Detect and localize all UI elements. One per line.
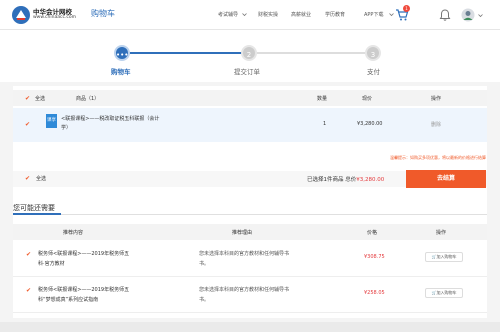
nav-exam[interactable]: 考试辅导 (218, 11, 238, 18)
brand-url: www.chinaacc.com (33, 15, 76, 20)
reason-column-header: 推荐理由 (232, 230, 253, 236)
recommend-reason-cont: 书。 (199, 261, 210, 267)
recommend-item-name[interactable]: 税务师<联报课程>——2019年税务师五 (38, 250, 129, 257)
checkout-button[interactable]: 去结算 (406, 170, 486, 188)
recommend-item-name-cont[interactable]: 科“梦想成真”系列应试指南 (38, 296, 98, 303)
recommend-price: ¥308.75 (364, 254, 385, 260)
step-3-circle: 3 (365, 45, 381, 61)
summary-text: 已选择1件商品 总价¥3,280.00 (307, 177, 385, 183)
check-icon[interactable]: ✔ (25, 175, 32, 182)
price-column-header: 价格 (367, 230, 378, 236)
footer-select-all-label: 全选 (36, 176, 47, 182)
notice-text: 温馨提示：如购买多项优惠，将以最新的价格进行结算 (390, 155, 486, 160)
avatar[interactable] (461, 8, 475, 22)
step-1-label: 购物车 (111, 68, 131, 76)
check-icon[interactable]: ✔ (26, 287, 33, 294)
add-to-cart-button[interactable]: 🛒加入购物车 (425, 252, 463, 262)
recommend-item-name[interactable]: 税务师<联报课程>——2019年税务师五 (38, 286, 129, 293)
cart-count-badge: 1 (403, 5, 410, 12)
nav-jobs[interactable]: 高薪就业 (291, 11, 311, 18)
chevron-down-icon (242, 13, 247, 17)
page-title: 购物车 (91, 9, 115, 18)
divider (13, 214, 487, 215)
divider (13, 276, 487, 277)
delete-link[interactable]: 删除 (431, 121, 441, 128)
recommend-item-name-cont[interactable]: 科·官方教材 (38, 260, 65, 267)
recommend-title: 您可能还需要 (13, 204, 55, 212)
course-thumbnail[interactable]: 课享 (46, 114, 57, 128)
qty-column-header: 数量 (317, 96, 328, 102)
content-column-header: 推荐内容 (63, 230, 84, 236)
op-column-header: 操作 (436, 230, 447, 236)
step-2-circle: 2 (241, 45, 257, 61)
cart-item-name[interactable]: <联报课程>——税改取证税五科联报（会计 (61, 115, 159, 122)
cart-item-name-cont[interactable]: 学） (61, 124, 71, 131)
check-icon[interactable]: ✔ (26, 251, 33, 258)
check-icon[interactable]: ✔ (25, 95, 32, 102)
add-to-cart-button[interactable]: 🛒加入购物车 (425, 288, 463, 298)
add-to-cart-label: 加入购物车 (436, 290, 457, 295)
check-icon[interactable]: ✔ (25, 121, 32, 128)
price-column-header: 现价 (362, 96, 373, 102)
divider (13, 312, 487, 313)
chevron-down-icon (478, 14, 483, 18)
item-column-header: 商品（1） (76, 96, 100, 102)
recommend-reason: 您未选择本科目的官方教材和任何辅导书 (199, 287, 290, 293)
recommend-reason-cont: 书。 (199, 297, 210, 303)
cart-item-qty: 1 (323, 121, 327, 127)
page-footer (0, 322, 500, 332)
step-connector-2 (257, 52, 365, 54)
add-to-cart-label: 加入购物车 (436, 254, 457, 259)
cart-item-price: ¥3,280.00 (357, 121, 383, 127)
step-connector-1 (129, 52, 242, 54)
step-3-label: 支付 (367, 68, 380, 76)
logo-icon[interactable] (11, 5, 31, 25)
nav-tax[interactable]: 财税实操 (258, 11, 278, 18)
bell-icon[interactable] (438, 8, 452, 22)
select-all-label: 全选 (35, 96, 46, 102)
recommend-reason: 您未选择本科目的官方教材和任何辅导书 (199, 251, 290, 257)
nav-app[interactable]: APP下载 (364, 11, 383, 18)
total-price: ¥3,280.00 (356, 177, 385, 183)
op-column-header: 操作 (431, 96, 442, 102)
title-underline (13, 213, 61, 215)
recommend-price: ¥258.05 (364, 290, 385, 296)
step-2-label: 提交订单 (234, 68, 260, 76)
step-1-circle: ••• (114, 45, 130, 61)
nav-degree[interactable]: 学历教育 (325, 11, 345, 18)
chevron-down-icon (389, 13, 394, 17)
cart-item-row (13, 108, 487, 142)
